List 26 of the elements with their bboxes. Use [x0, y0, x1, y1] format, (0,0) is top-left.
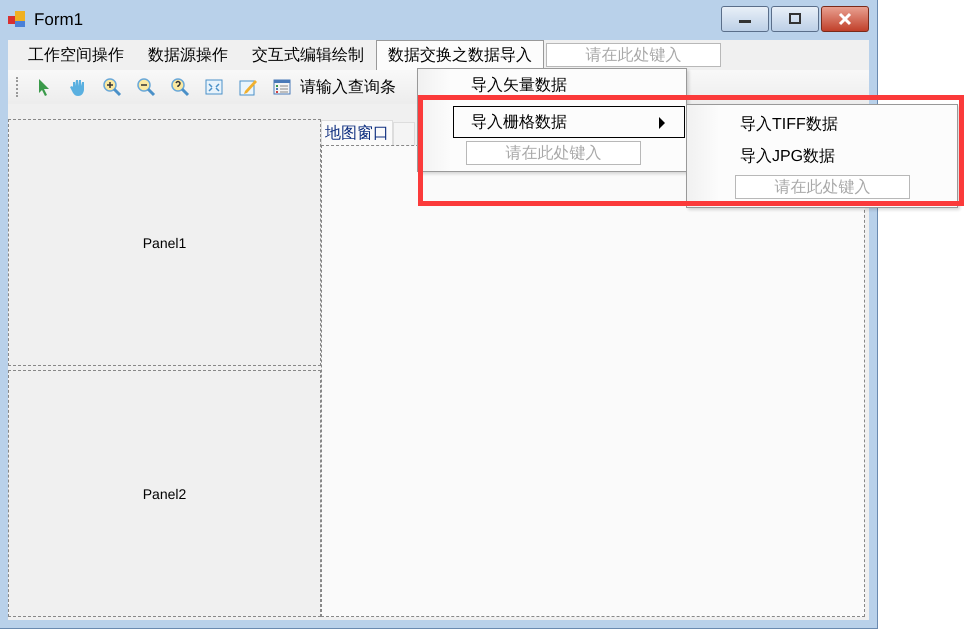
- maximize-icon: [788, 13, 802, 25]
- menu-item[interactable]: 导入TIFF数据: [722, 108, 956, 140]
- close-icon: [837, 12, 853, 26]
- query-label: 请输入查询条: [300, 78, 396, 98]
- menu-item[interactable]: 导入矢量数据: [453, 75, 685, 95]
- menu-item[interactable]: 数据交换之数据导入: [376, 40, 544, 70]
- tab[interactable]: 地图窗口: [321, 120, 393, 145]
- panel: Panel2: [8, 370, 321, 617]
- table-icon[interactable]: [272, 77, 292, 97]
- panel: Panel1: [8, 119, 321, 366]
- window-title: Form1: [34, 10, 84, 30]
- edit-icon[interactable]: [238, 77, 258, 97]
- menu-item[interactable]: 数据源操作: [136, 40, 240, 70]
- close-button[interactable]: [821, 6, 869, 32]
- identify-icon[interactable]: [170, 77, 190, 97]
- maximize-button[interactable]: [771, 6, 819, 32]
- menu-item[interactable]: 工作空间操作: [16, 40, 136, 70]
- full-extent-icon[interactable]: [204, 77, 224, 97]
- menu-item[interactable]: 交互式编辑绘制: [240, 40, 376, 70]
- app-icon: [8, 10, 28, 30]
- menu-item[interactable]: 导入栅格数据: [453, 106, 685, 138]
- zoom-out-icon[interactable]: [136, 77, 156, 97]
- submenu-arrow-icon: [658, 117, 666, 129]
- menu-item[interactable]: 导入JPG数据: [722, 140, 956, 172]
- minimize-button[interactable]: [721, 6, 769, 32]
- zoom-in-icon[interactable]: [102, 77, 122, 97]
